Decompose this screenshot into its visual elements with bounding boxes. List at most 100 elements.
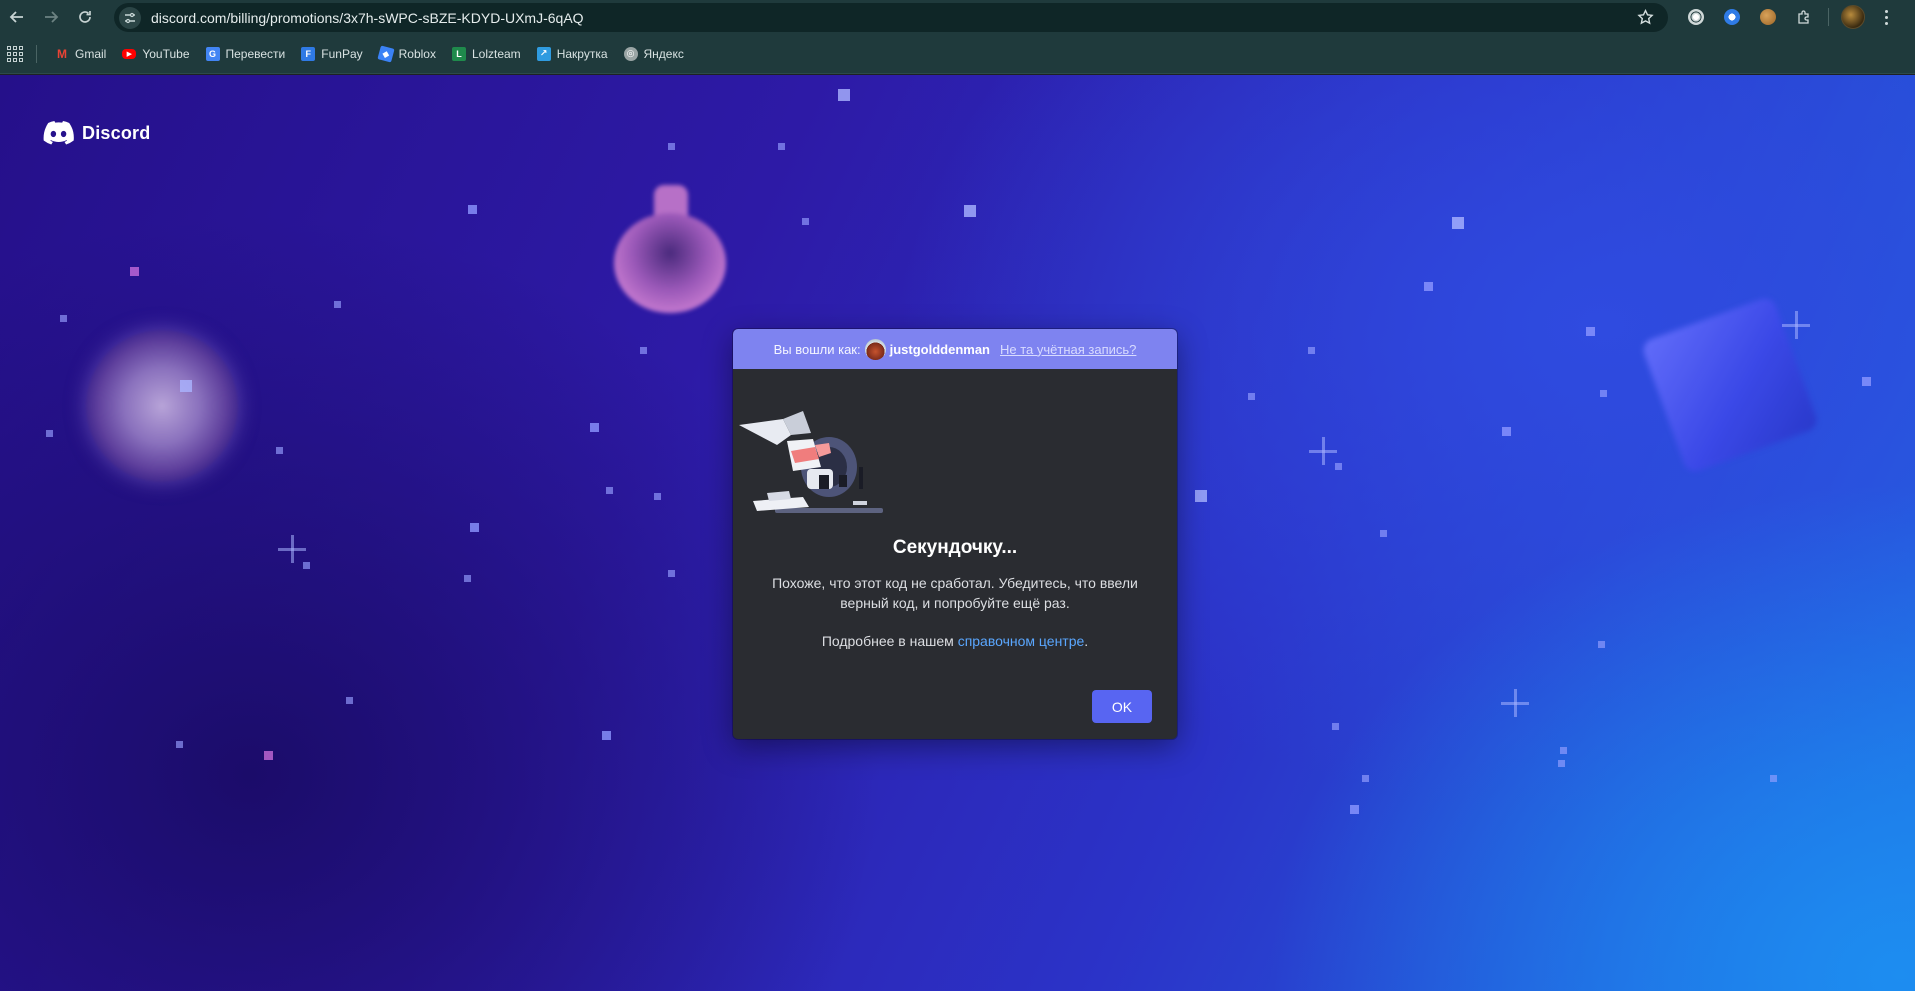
- decor-sparkle: [1309, 437, 1337, 465]
- browser-toolbar: discord.com/billing/promotions/3x7h-sWPC…: [0, 0, 1915, 34]
- bookmark-roblox[interactable]: ◆ Roblox: [371, 40, 444, 68]
- decor-star: [303, 562, 310, 569]
- bookmark-nakrutka[interactable]: ↗ Накрутка: [529, 40, 616, 68]
- bookmark-label: FunPay: [321, 46, 363, 61]
- youtube-icon: ▶: [122, 48, 137, 59]
- page-background: Discord Вы вошли как: justgolddenman Не …: [0, 75, 1915, 991]
- decor-star: [468, 205, 477, 214]
- decor-star: [606, 487, 613, 494]
- ok-button[interactable]: OK: [1092, 690, 1152, 723]
- decor-star: [1862, 377, 1871, 386]
- bookmark-star-icon[interactable]: [1637, 9, 1654, 26]
- decor-star: [1600, 390, 1607, 397]
- help-center-link[interactable]: справочном центре: [958, 633, 1085, 649]
- promo-error-modal: Вы вошли как: justgolddenman Не та учётн…: [733, 329, 1177, 739]
- decor-star: [1195, 490, 1207, 502]
- robot-illustration: [739, 411, 883, 513]
- decor-star: [276, 447, 283, 454]
- browser-menu-icon[interactable]: [1871, 0, 1901, 34]
- apps-grid-icon[interactable]: [7, 45, 23, 62]
- bookmark-label: Яндекс: [643, 46, 684, 61]
- translate-extension-icon[interactable]: [1678, 0, 1714, 34]
- brand-name: Discord: [82, 122, 151, 143]
- bookmark-label: Roblox: [398, 46, 436, 61]
- user-avatar: [864, 338, 886, 360]
- decor-star: [654, 493, 661, 500]
- vpn-extension-icon[interactable]: [1714, 0, 1750, 34]
- decor-star: [964, 205, 976, 217]
- bookmarks-separator: [36, 44, 37, 63]
- decor-star: [1586, 327, 1595, 336]
- decor-star: [346, 697, 353, 704]
- globe-icon: ◎: [623, 46, 638, 61]
- help-suffix: .: [1084, 633, 1089, 649]
- site-settings-icon[interactable]: [119, 6, 141, 29]
- decor-orb: [86, 330, 238, 482]
- bookmarks-bar: M Gmail ▶ YouTube G Перевести F FunPay ◆…: [0, 34, 1915, 74]
- decor-star: [1770, 775, 1777, 782]
- bookmark-gmail[interactable]: M Gmail: [47, 40, 114, 68]
- decor-star: [180, 380, 192, 392]
- decor-star: [176, 741, 183, 748]
- decor-sparkle: [1501, 689, 1529, 717]
- bookmark-lolzteam[interactable]: L Lolzteam: [444, 40, 529, 68]
- decor-star: [470, 523, 479, 532]
- decor-star: [1452, 217, 1464, 229]
- address-bar[interactable]: discord.com/billing/promotions/3x7h-sWPC…: [114, 3, 1668, 32]
- discord-logo[interactable]: Discord: [43, 121, 150, 145]
- decor-star: [1308, 347, 1315, 354]
- reload-button[interactable]: [68, 0, 102, 34]
- url-text[interactable]: discord.com/billing/promotions/3x7h-sWPC…: [151, 10, 584, 26]
- bookmark-label: Gmail: [75, 46, 107, 61]
- google-translate-icon: G: [205, 46, 220, 61]
- bookmark-label: Накрутка: [556, 46, 608, 61]
- decor-star: [778, 143, 785, 150]
- decor-star: [46, 430, 53, 437]
- bookmark-funpay[interactable]: F FunPay: [293, 40, 370, 68]
- logged-in-label: Вы вошли как:: [773, 341, 861, 357]
- help-prefix: Подробнее в нашем: [821, 633, 954, 649]
- decor-star: [264, 751, 273, 760]
- decor-star: [1362, 775, 1369, 782]
- decor-star: [668, 570, 675, 577]
- back-arrow-icon: [9, 11, 23, 23]
- funpay-icon: F: [301, 46, 316, 61]
- decor-star: [640, 347, 647, 354]
- cookie-extension-icon[interactable]: [1750, 0, 1786, 34]
- decor-star: [464, 575, 471, 582]
- bookmark-youtube[interactable]: ▶ YouTube: [114, 40, 197, 68]
- toolbar-separator: [1828, 8, 1829, 26]
- bookmark-translate[interactable]: G Перевести: [198, 40, 294, 68]
- decor-star: [590, 423, 599, 432]
- decor-star: [1350, 805, 1359, 814]
- decor-star: [1380, 530, 1387, 537]
- bookmark-yandex[interactable]: ◎ Яндекс: [616, 40, 692, 68]
- bookmark-label: Перевести: [225, 46, 286, 61]
- decor-flask: [610, 185, 730, 315]
- decor-star: [1332, 723, 1339, 730]
- back-button[interactable]: [0, 0, 34, 34]
- discord-icon: [43, 121, 74, 145]
- gmail-icon: M: [57, 46, 67, 61]
- reload-icon: [79, 11, 91, 23]
- profile-avatar[interactable]: [1835, 0, 1871, 34]
- decor-star: [668, 143, 675, 150]
- decor-sparkle: [278, 535, 306, 563]
- username: justgolddenman: [889, 341, 990, 357]
- decor-star: [1502, 427, 1511, 436]
- modal-message: Похоже, что этот код не сработал. Убедит…: [772, 575, 1138, 611]
- extensions-puzzle-icon[interactable]: [1786, 0, 1822, 34]
- forward-button[interactable]: [34, 0, 68, 34]
- decor-star: [1598, 641, 1605, 648]
- extensions-area: [1678, 0, 1901, 34]
- bookmark-label: Lolzteam: [471, 46, 521, 61]
- decor-star: [838, 89, 850, 101]
- forward-arrow-icon: [45, 11, 59, 23]
- decor-star: [1424, 282, 1433, 291]
- wrong-account-link[interactable]: Не та учётная запись?: [1000, 342, 1136, 357]
- decor-star: [130, 267, 139, 276]
- decor-star: [1248, 393, 1255, 400]
- decor-star: [334, 301, 341, 308]
- roblox-icon: ◆: [377, 44, 395, 63]
- modal-title: Секундочку...: [892, 537, 1018, 558]
